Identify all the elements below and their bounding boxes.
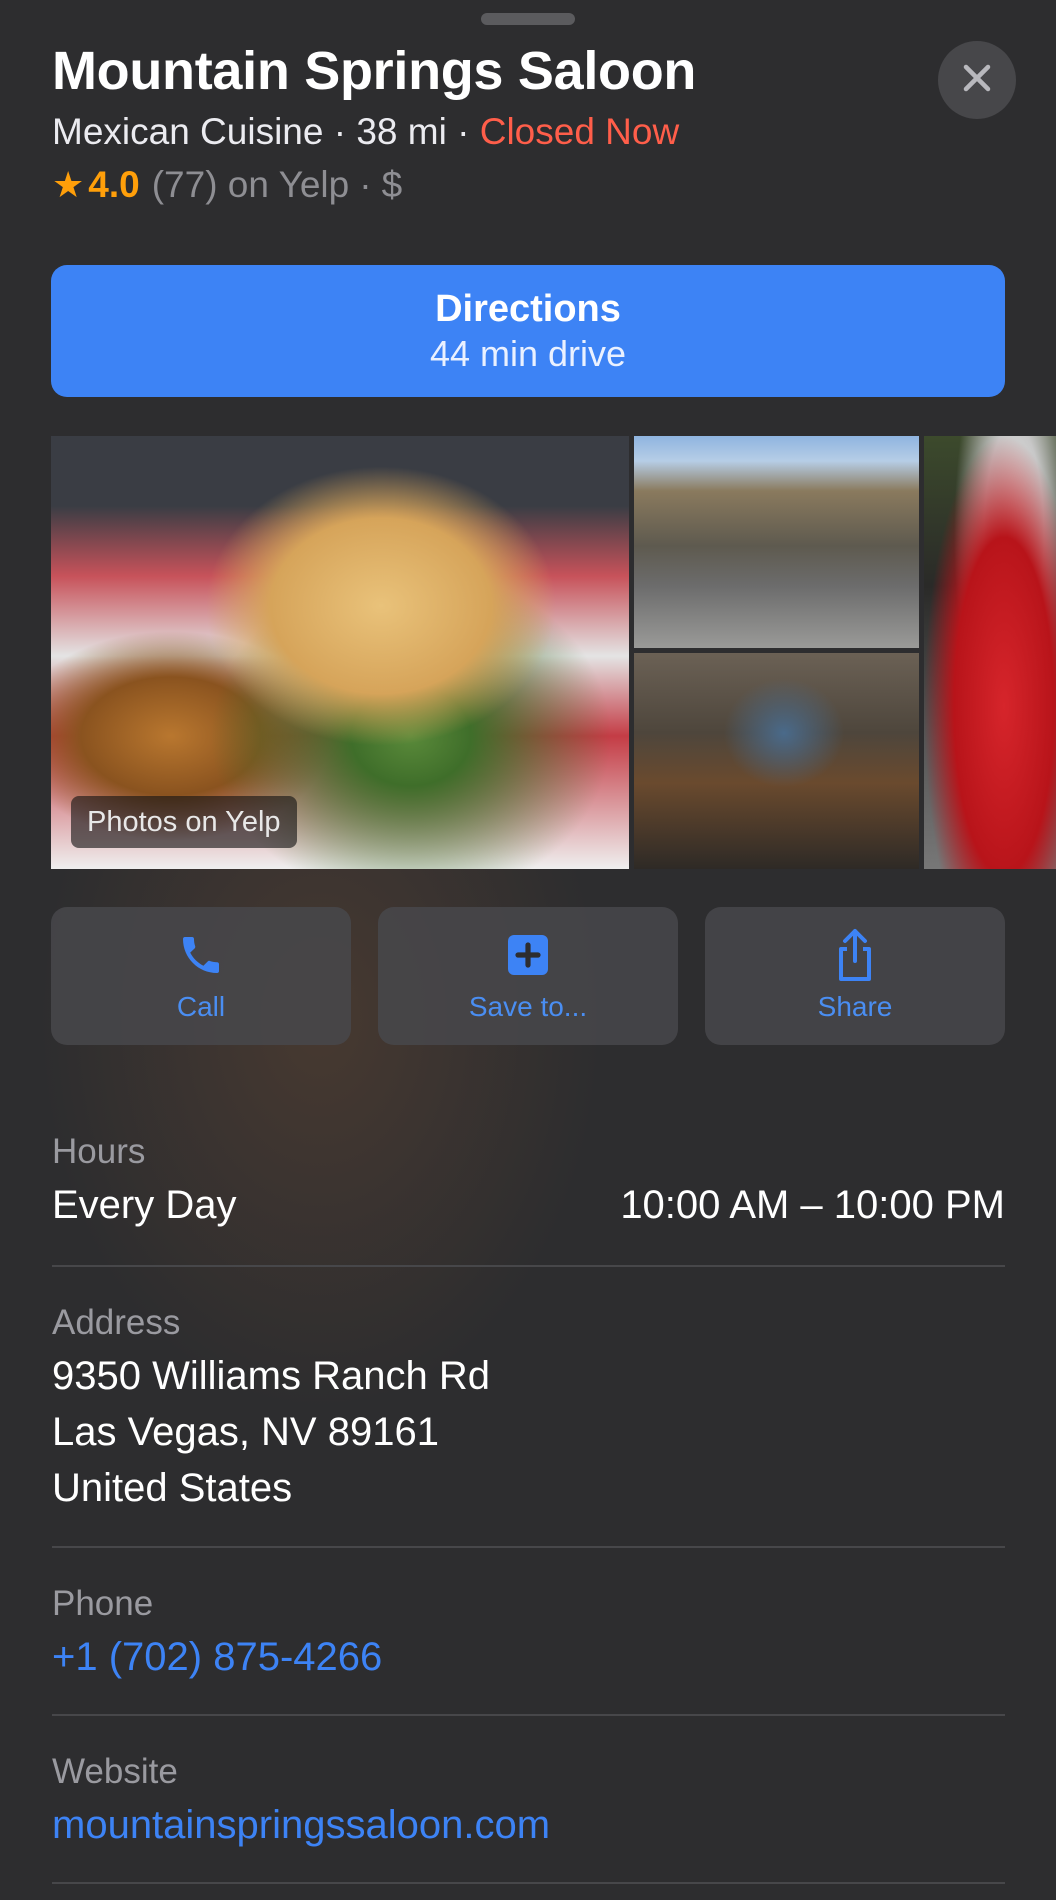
rating-line[interactable]: ★ 4.0 (77) on Yelp · $ xyxy=(52,164,402,206)
place-title: Mountain Springs Saloon xyxy=(52,41,697,101)
open-status-text: Closed Now xyxy=(479,111,680,152)
save-to-button[interactable]: Save to... xyxy=(378,907,678,1045)
close-button[interactable] xyxy=(938,41,1016,119)
place-card-sheet: Mountain Springs Saloon Mexican Cuisine … xyxy=(0,0,1056,1900)
hours-time: 10:00 AM – 10:00 PM xyxy=(620,1183,1005,1227)
divider xyxy=(52,1882,1005,1884)
share-label: Share xyxy=(817,991,893,1022)
address-label: Address xyxy=(52,1303,181,1342)
phone-icon xyxy=(175,929,227,981)
share-button[interactable]: Share xyxy=(705,907,1005,1045)
call-label: Call xyxy=(176,991,226,1022)
divider xyxy=(52,1714,1005,1716)
photo-gallery[interactable]: Photos on Yelp xyxy=(51,436,1056,869)
directions-label: Directions xyxy=(435,287,621,330)
save-to-label: Save to... xyxy=(468,991,588,1022)
website-link[interactable]: mountainspringssaloon.com xyxy=(52,1803,550,1848)
photos-on-yelp-tag[interactable]: Photos on Yelp xyxy=(71,796,297,848)
photo-motorcycles[interactable] xyxy=(634,436,919,648)
star-icon: ★ xyxy=(52,164,85,205)
photo-drinks[interactable] xyxy=(924,436,1056,869)
hours-label: Hours xyxy=(52,1132,146,1171)
divider xyxy=(52,1265,1005,1267)
plus-square-icon xyxy=(502,929,554,981)
rating-count-source: (77) on Yelp xyxy=(151,164,350,205)
place-subtitle: Mexican Cuisine · 38 mi · Closed Now xyxy=(52,111,679,153)
rating-value: 4.0 xyxy=(88,164,140,205)
drive-time: 44 min drive xyxy=(429,332,627,374)
price-level: $ xyxy=(381,164,403,205)
call-button[interactable]: Call xyxy=(51,907,351,1045)
website-label: Website xyxy=(52,1752,178,1791)
separator-dot: · xyxy=(457,111,470,152)
photo-bar-interior[interactable] xyxy=(634,653,919,869)
phone-label: Phone xyxy=(52,1584,154,1623)
hours-day: Every Day xyxy=(52,1183,237,1227)
share-icon xyxy=(829,929,881,981)
address-line2[interactable]: Las Vegas, NV 89161 xyxy=(52,1410,439,1455)
phone-link[interactable]: +1 (702) 875-4266 xyxy=(52,1635,382,1680)
address-line1[interactable]: 9350 Williams Ranch Rd xyxy=(52,1354,490,1399)
close-icon xyxy=(961,62,993,99)
divider xyxy=(52,1546,1005,1548)
separator-dot: · xyxy=(333,111,347,152)
action-row: Call Save to... Share xyxy=(51,907,1005,1045)
address-line3[interactable]: United States xyxy=(52,1466,292,1511)
distance-text: 38 mi xyxy=(356,111,447,152)
photo-burger[interactable]: Photos on Yelp xyxy=(51,436,629,869)
cuisine-text: Mexican Cuisine xyxy=(52,111,324,152)
directions-button[interactable]: Directions 44 min drive xyxy=(51,265,1005,397)
separator-dot: · xyxy=(359,164,372,205)
sheet-grabber-handle[interactable] xyxy=(481,13,575,25)
